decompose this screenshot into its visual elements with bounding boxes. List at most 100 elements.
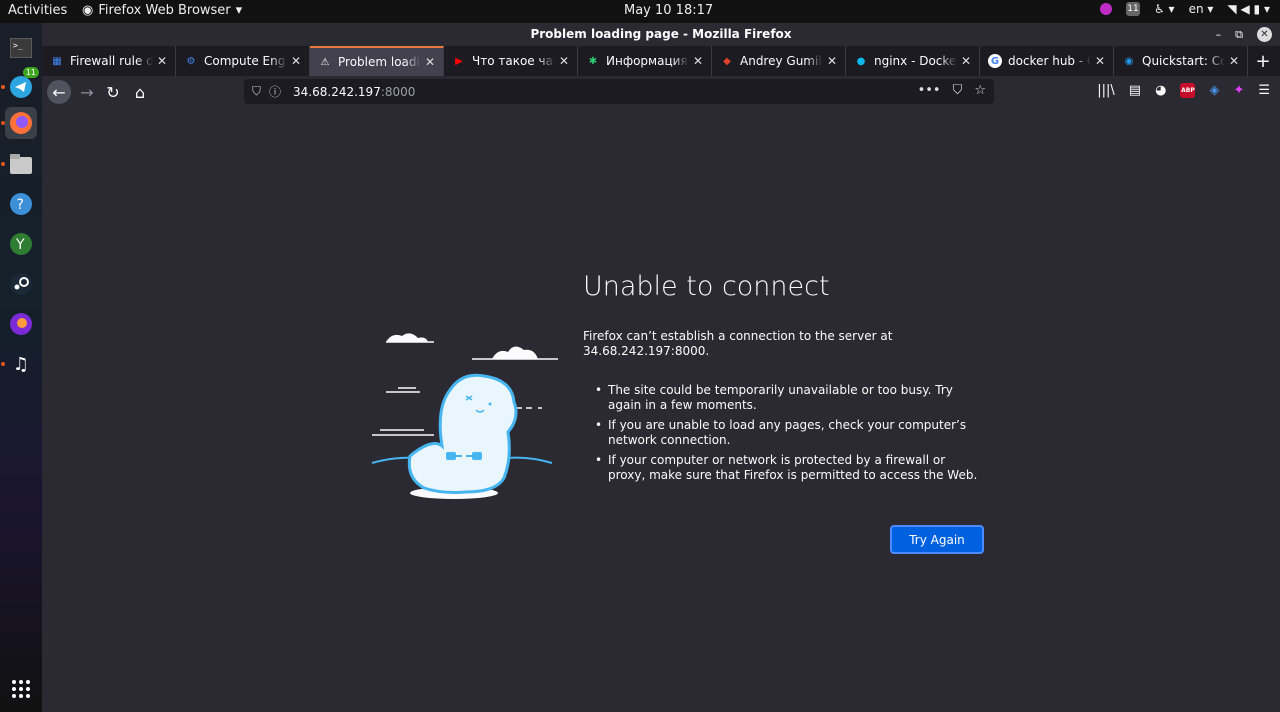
close-tab-icon[interactable]: ✕ [291, 54, 303, 68]
new-tab-button[interactable]: + [1248, 46, 1278, 76]
language-indicator[interactable]: en ▾ [1189, 2, 1214, 16]
clock[interactable]: May 10 18:17 [624, 3, 713, 18]
url-host: 34.68.242.197:8000 [293, 84, 416, 99]
home-icon: ⌂ [134, 82, 146, 102]
notification-count-badge[interactable]: 11 [1125, 2, 1140, 16]
steam-icon[interactable] [5, 268, 37, 300]
docker-favicon-icon: ● [856, 55, 866, 67]
system-tray: 11 ♿︎ ▾ en ▾ ◥ ◀ ▮ ▾ [1099, 2, 1270, 16]
arrow-right-icon: → [80, 82, 94, 102]
close-window-button[interactable]: ✕ [1257, 27, 1272, 42]
error-title: Unable to connect [583, 271, 830, 302]
color-extension-icon[interactable]: ✦ [1233, 83, 1244, 98]
app-menu-label: Firefox Web Browser [98, 3, 231, 18]
app-menu[interactable]: ◉ Firefox Web Browser ▾ [82, 3, 242, 18]
notification-app-icon[interactable] [1099, 3, 1112, 15]
compute-engine-favicon-icon: ⚙ [186, 55, 196, 67]
tab-quickstart-compose[interactable]: ◉ Quickstart: Compose ✕ [1114, 46, 1248, 76]
back-button[interactable]: ← [47, 80, 71, 104]
google-favicon-icon: G [988, 54, 1002, 68]
list-item: If you are unable to load any pages, che… [583, 418, 983, 448]
page-content: Unable to connect Firefox can’t establis… [42, 108, 1280, 712]
running-indicator [1, 121, 5, 125]
tab-label: Quickstart: Compose [1142, 54, 1225, 68]
list-item: If your computer or network is protected… [583, 453, 983, 483]
close-tab-icon[interactable]: ✕ [157, 54, 169, 68]
close-tab-icon[interactable]: ✕ [827, 54, 839, 68]
files-icon[interactable] [5, 148, 37, 180]
window-titlebar[interactable]: Problem loading page - Mozilla Firefox –… [42, 23, 1280, 46]
tab-youtube[interactable]: ▶ Что такое частный ✕ [444, 46, 578, 76]
library-icon[interactable]: |||\ [1097, 83, 1115, 98]
app-icon[interactable]: Y [5, 228, 37, 260]
url-bar-actions: ••• ⛉ ☆ [918, 83, 986, 98]
tab-firewall-rule[interactable]: ▦ Firewall rule details ✕ [42, 46, 176, 76]
page-actions-icon[interactable]: ••• [918, 83, 941, 98]
minimize-button[interactable]: – [1216, 23, 1222, 46]
system-top-bar: Activities ◉ Firefox Web Browser ▾ May 1… [0, 0, 1280, 23]
reload-button[interactable]: ↻ [101, 80, 125, 104]
window-title: Problem loading page - Mozilla Firefox [530, 27, 792, 41]
close-tab-icon[interactable]: ✕ [1229, 54, 1241, 68]
close-tab-icon[interactable]: ✕ [425, 55, 437, 69]
arrow-left-icon: ← [52, 82, 66, 102]
error-description: Firefox can’t establish a connection to … [583, 329, 893, 358]
system-status-menu[interactable]: ◥ ◀ ▮ ▾ [1227, 2, 1270, 16]
try-again-button[interactable]: Try Again [890, 525, 984, 554]
reload-icon: ↻ [106, 82, 120, 102]
gitlab-favicon-icon: ◆ [723, 55, 731, 67]
close-tab-icon[interactable]: ✕ [1095, 54, 1107, 68]
tab-gitlab[interactable]: ◆ Andrey Gumilev ✕ [712, 46, 846, 76]
youtube-favicon-icon: ▶ [455, 55, 463, 67]
maximize-button[interactable]: ⧉ [1235, 23, 1243, 46]
hamburger-menu-icon[interactable]: ☰ [1258, 83, 1270, 98]
close-tab-icon[interactable]: ✕ [961, 54, 973, 68]
tab-google-search[interactable]: G docker hub - Google ✕ [980, 46, 1114, 76]
tab-label: docker hub - Google [1008, 54, 1091, 68]
tab-label: Firewall rule details [70, 54, 153, 68]
firefox-icon[interactable] [5, 107, 37, 139]
forward-button[interactable]: → [75, 80, 99, 104]
tab-label: nginx - Docker Hub [874, 54, 957, 68]
shield-icon[interactable]: ⛉ [252, 84, 261, 99]
firefox-dev-icon[interactable] [5, 308, 37, 340]
site-favicon-icon: ✱ [588, 55, 598, 67]
app-grid-icon[interactable] [5, 673, 37, 705]
tab-label: Информация о [606, 54, 689, 68]
info-icon[interactable]: ⓘ [269, 83, 281, 100]
sidebar-icon[interactable]: ▤ [1129, 83, 1141, 98]
gcp-favicon-icon: ▦ [52, 55, 62, 67]
warning-icon: ⚠ [320, 56, 330, 68]
terminal-icon[interactable]: >_ [5, 32, 37, 64]
url-bar[interactable]: ⛉ ⓘ 34.68.242.197:8000 ••• ⛉ ☆ [244, 79, 994, 104]
tab-strip: ▦ Firewall rule details ✕ ⚙ Compute Engi… [42, 46, 1280, 76]
list-item: The site could be temporarily unavailabl… [583, 383, 983, 413]
close-tab-icon[interactable]: ✕ [559, 54, 571, 68]
adblock-plus-icon[interactable]: ABP [1180, 83, 1196, 98]
close-tab-icon[interactable]: ✕ [693, 54, 705, 68]
pocket-icon[interactable]: ⛉ [953, 83, 963, 98]
tab-label: Problem loading page [338, 55, 421, 69]
tab-problem-loading[interactable]: ⚠ Problem loading page ✕ [310, 46, 444, 76]
running-indicator [1, 162, 5, 166]
bookmark-star-icon[interactable]: ☆ [974, 83, 986, 98]
tab-label: Что такое частный [472, 54, 555, 68]
music-icon[interactable]: ♫ [5, 348, 37, 380]
help-icon[interactable]: ? [5, 188, 37, 220]
extension-icon[interactable]: ◈ [1209, 83, 1219, 98]
docs-favicon-icon: ◉ [1124, 55, 1134, 67]
activities-button[interactable]: Activities [8, 3, 67, 18]
window-controls: – ⧉ ✕ [1216, 23, 1272, 46]
accessibility-icon[interactable]: ♿︎ ▾ [1154, 2, 1175, 16]
tab-compute-engine[interactable]: ⚙ Compute Engine ✕ [176, 46, 310, 76]
tab-nginx-docker[interactable]: ● nginx - Docker Hub ✕ [846, 46, 980, 76]
running-indicator [1, 85, 5, 89]
svg-text:>_: >_ [13, 41, 23, 50]
dock: >_ 11 ? Y ♫ [0, 23, 42, 712]
home-button[interactable]: ⌂ [128, 80, 152, 104]
svg-text:?: ? [17, 197, 24, 213]
error-suggestions: The site could be temporarily unavailabl… [583, 383, 983, 488]
tab-information[interactable]: ✱ Информация о ✕ [578, 46, 712, 76]
account-icon[interactable]: ◕ [1155, 83, 1166, 98]
telegram-icon[interactable]: 11 [5, 67, 39, 103]
